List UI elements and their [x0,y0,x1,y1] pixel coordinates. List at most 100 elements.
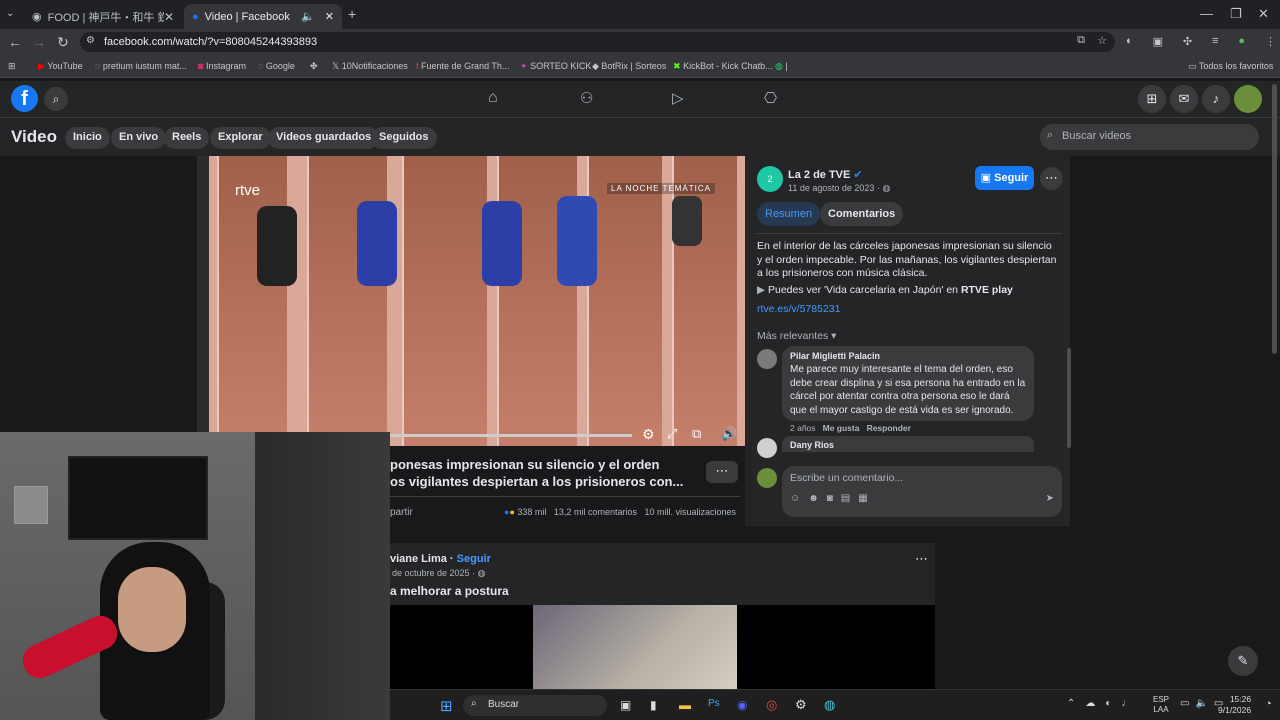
microphone-icon[interactable]: ♩ [1121,698,1131,709]
video-icon[interactable]: ▷ [672,89,684,107]
bookmark-sorteo[interactable]: ✦ SORTEO KICK [520,61,591,72]
bookmark-pretium[interactable]: ◌ pretium iustum mat... [95,61,187,71]
forward-icon[interactable]: → [27,34,51,50]
search-icon[interactable]: ⌕ [44,87,68,111]
bookmark-instagram[interactable]: ◙ Instagram [198,61,246,71]
site-info-icon[interactable]: ⚙ [86,35,95,46]
cloud-icon[interactable]: ☁ [1085,698,1095,709]
steam-icon[interactable]: ⚙ [795,697,807,713]
restore-icon[interactable]: ❐ [1230,6,1242,22]
bookmark-leaf[interactable]: ✤ [310,61,318,72]
menu-grid-icon[interactable]: ⊞ [1138,85,1166,113]
video-player[interactable]: rtve LA NOCHE TEMÁTICA ⚙ ⤢ ⧉ 🔊 [197,156,745,446]
facebook-logo[interactable]: f [11,85,38,112]
comment-author[interactable]: Pilar Miglietti Palacin [790,351,1026,361]
sticker-icon[interactable]: ▦ [858,493,867,504]
back-icon[interactable]: ← [3,34,27,50]
file-explorer-icon[interactable]: ▬ [679,698,691,712]
reply-button[interactable]: Responder [867,423,911,433]
follow-button[interactable]: ▣ Seguir [975,166,1034,190]
close-icon[interactable]: ✕ [164,10,174,24]
avatar[interactable] [757,349,777,369]
new-message-icon[interactable]: ✎ [1228,646,1258,676]
comment-input[interactable]: Escribe un comentario... ☺ ☻ ◙ ▤ ▦ ➤ [782,466,1062,517]
notification-icon[interactable]: ◔ [1265,698,1272,710]
extension-icon[interactable]: ▣ [1153,35,1163,48]
friends-icon[interactable]: ⚇ [580,89,593,107]
bookmark-kickbot[interactable]: ✖ KickBot - Kick Chatb... [673,61,773,72]
chevron-up-icon[interactable]: ⌃ [1067,698,1075,709]
settings-icon[interactable]: ⚙ [642,426,655,443]
page-name[interactable]: La 2 de TVE ✔ [788,168,863,181]
puzzle-icon[interactable]: ✣ [1183,35,1192,48]
rtve-link[interactable]: rtve.es/v/5785231 [757,303,840,315]
tab-seguidos[interactable]: Seguidos [371,127,437,149]
post-author[interactable]: viane Lima · Seguir [390,553,491,565]
language-indicator[interactable]: ESP LAA [1153,695,1169,715]
extension-icon[interactable]: ◐ [1126,35,1133,48]
page-more-icon[interactable]: ⋯ [1040,167,1063,190]
app-icon[interactable]: ▮ [650,698,657,712]
gaming-icon[interactable]: ⎔ [764,89,777,107]
search-videos-input[interactable]: ⌕ Buscar videos [1040,124,1259,150]
url-input[interactable]: ⚙ facebook.com/watch/?v=808045244393893 … [80,32,1115,52]
share-button[interactable]: partir [390,507,413,518]
send-icon[interactable]: ➤ [1046,493,1054,504]
all-bookmarks[interactable]: ▭ Todos los favoritos [1188,61,1273,72]
avatar-sticker-icon[interactable]: ☺ [790,493,800,504]
tab-food[interactable]: ◉ FOOD | 神戸牛・和牛 鉄板焼き 東京 ✕ [24,4,182,29]
reload-icon[interactable]: ↻ [51,34,75,51]
emoji-icon[interactable]: ☻ [808,493,819,504]
profile-icon[interactable]: ● [1238,35,1245,48]
minimize-icon[interactable]: — [1200,6,1213,21]
post-video[interactable] [390,605,935,689]
photoshop-icon[interactable]: Ps [708,698,720,709]
media-icon[interactable]: ≡ [1212,35,1218,48]
messenger-icon[interactable]: ✉ [1170,85,1198,113]
install-icon[interactable]: ⧉ [1077,34,1085,47]
status-icons[interactable]: ▭ 🔈 ▭ [1180,698,1223,709]
tab-inicio[interactable]: Inicio [65,127,110,149]
page-avatar[interactable]: 2 [757,166,783,192]
taskbar-search[interactable]: ⌕ Buscar [463,695,607,716]
pip-icon[interactable]: ⧉ [692,426,701,442]
avatar[interactable] [1234,85,1262,113]
page-scrollbar[interactable] [1272,84,1277,354]
task-view-icon[interactable]: ▣ [620,698,631,712]
bookmark-whatsapp[interactable]: ◍ | [775,61,788,72]
bookmark-botrix[interactable]: ◆ BotRix | Sorteos [592,61,666,72]
progress-bar[interactable] [382,434,632,437]
avatar[interactable] [757,438,777,458]
discord-icon[interactable]: ◉ [737,698,747,712]
more-options-icon[interactable]: ⋯ [706,461,738,483]
tab-en-vivo[interactable]: En vivo [111,127,167,149]
close-icon[interactable]: ✕ [325,10,334,23]
gif-icon[interactable]: ▤ [841,493,850,504]
bookmark-google[interactable]: ◌ Google [258,61,295,71]
fullscreen-icon[interactable]: ⤢ [667,426,677,442]
app-icon[interactable]: ◍ [824,697,835,713]
tab-comentarios[interactable]: Comentarios [820,202,904,226]
sort-dropdown[interactable]: Más relevantes ▾ [757,330,836,342]
new-tab-icon[interactable]: + [348,6,356,22]
bookmark-x[interactable]: 𝕏 10Notificaciones [332,61,408,72]
tab-explorar[interactable]: Explorar [210,127,271,149]
tab-list-icon[interactable]: ⌄ [6,8,14,19]
chrome-icon[interactable]: ◎ [766,697,777,713]
start-icon[interactable]: ⊞ [440,697,453,715]
tab-reels[interactable]: Reels [164,127,210,149]
notifications-icon[interactable]: ♪ [1202,85,1230,113]
tab-videos-guardados[interactable]: Videos guardados [268,127,380,149]
like-button[interactable]: Me gusta [823,423,860,433]
bookmark-youtube[interactable]: ▶ YouTube [38,61,83,72]
comments-scrollbar[interactable] [1067,348,1071,448]
menu-icon[interactable]: ⋮ [1265,35,1276,48]
post-more-icon[interactable]: ⋯ [915,551,928,567]
follow-link[interactable]: Seguir [457,553,491,565]
tab-facebook[interactable]: ● Video | Facebook 🔈 ✕ [184,4,342,29]
volume-icon[interactable]: 🔊 [721,426,737,442]
tab-resumen[interactable]: Resumen [757,202,821,226]
home-icon[interactable]: ⌂ [488,89,498,107]
window-close-icon[interactable]: ✕ [1258,6,1269,22]
camera-icon[interactable]: ◙ [827,493,833,504]
